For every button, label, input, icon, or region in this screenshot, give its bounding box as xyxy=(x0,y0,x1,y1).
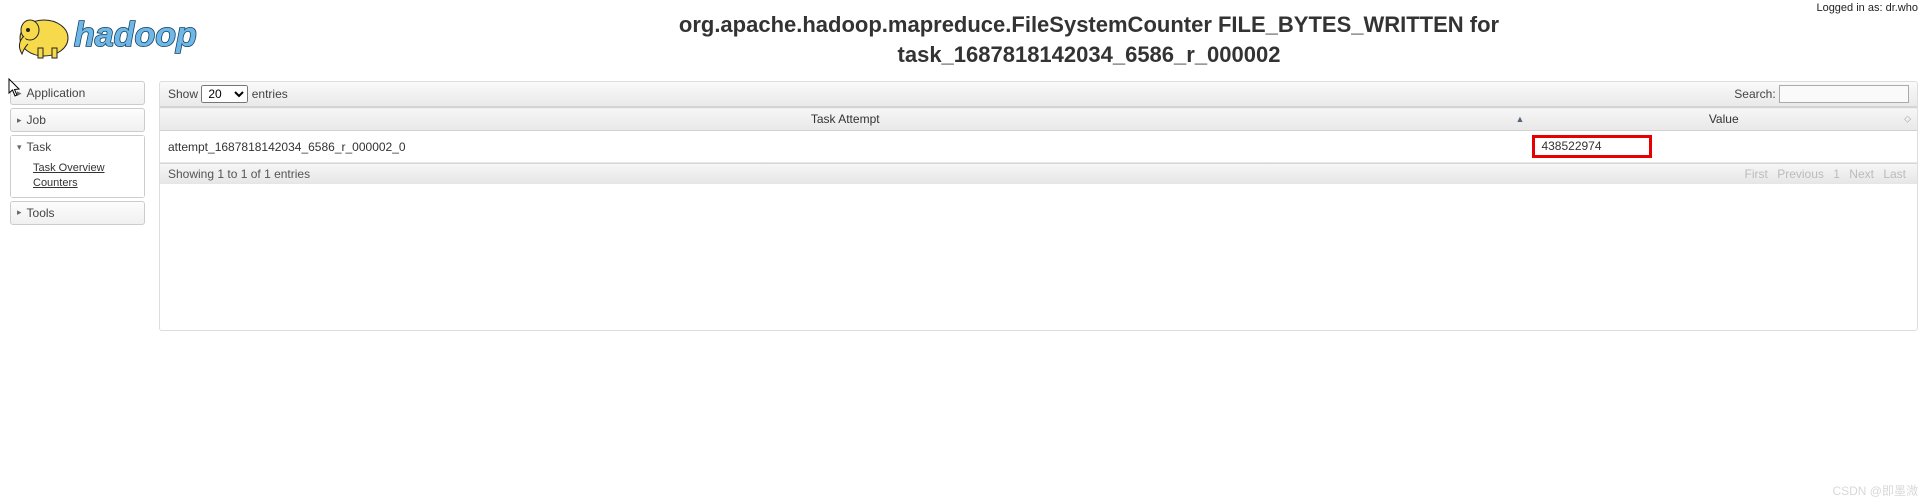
page-first[interactable]: First xyxy=(1745,167,1768,181)
page-current[interactable]: 1 xyxy=(1833,167,1840,181)
chevron-right-icon: ▸ xyxy=(17,88,22,99)
sort-asc-icon: ▲ xyxy=(1516,114,1525,124)
login-user: dr.who xyxy=(1886,2,1918,14)
hadoop-elephant-icon: hadoop xyxy=(10,8,260,68)
page-last[interactable]: Last xyxy=(1883,167,1906,181)
task-overview-link[interactable]: Task Overview xyxy=(33,161,138,176)
search-input[interactable] xyxy=(1779,85,1909,103)
length-control: Show 102050100 entries xyxy=(168,85,288,103)
col-header-value[interactable]: Value ◇ xyxy=(1530,108,1917,131)
sidebar-item-label: Task xyxy=(27,140,52,154)
col-header-task-attempt[interactable]: Task Attempt ▲ xyxy=(160,108,1530,131)
page-title: org.apache.hadoop.mapreduce.FileSystemCo… xyxy=(260,6,1918,69)
pagination: First Previous 1 Next Last xyxy=(1742,167,1909,181)
table-row: attempt_1687818142034_6586_r_000002_0 43… xyxy=(160,131,1917,163)
search-label: Search: xyxy=(1734,87,1775,101)
search-control: Search: xyxy=(1734,85,1909,103)
chevron-down-icon: ▾ xyxy=(17,142,22,153)
col-header-label: Task Attempt xyxy=(811,112,880,126)
chevron-right-icon: ▸ xyxy=(17,115,22,126)
value-highlight-box: 438522974 xyxy=(1532,135,1652,158)
sidebar-item-application[interactable]: ▸ Application xyxy=(10,81,145,105)
watermark: CSDN @即墨溦 xyxy=(1832,482,1918,499)
sidebar-item-label: Application xyxy=(27,86,86,100)
datatable-info: Showing 1 to 1 of 1 entries xyxy=(168,167,310,181)
task-counters-link[interactable]: Counters xyxy=(33,176,138,191)
length-entries-label: entries xyxy=(252,87,288,101)
page-title-line2: task_1687818142034_6586_r_000002 xyxy=(260,40,1918,70)
length-select[interactable]: 102050100 xyxy=(201,85,248,103)
datatable-topbar: Show 102050100 entries Search: xyxy=(160,82,1917,107)
cell-value: 438522974 xyxy=(1530,131,1917,163)
sidebar-task-panel: Task Overview Counters xyxy=(11,158,144,197)
sidebar-item-task[interactable]: ▾ Task Task Overview Counters xyxy=(10,135,145,198)
sidebar-item-job[interactable]: ▸ Job xyxy=(10,108,145,132)
sort-both-icon: ◇ xyxy=(1904,114,1911,125)
page-title-line1: org.apache.hadoop.mapreduce.FileSystemCo… xyxy=(260,10,1918,40)
main-content: Show 102050100 entries Search: Task Atte… xyxy=(159,81,1918,331)
datatable-bottombar: Showing 1 to 1 of 1 entries First Previo… xyxy=(160,163,1917,184)
hadoop-logo: hadoop xyxy=(10,6,260,71)
col-header-label: Value xyxy=(1709,112,1739,126)
sidebar-item-label: Job xyxy=(27,113,46,127)
attempts-table: Task Attempt ▲ Value ◇ attempt_168781814… xyxy=(160,107,1917,163)
page-previous[interactable]: Previous xyxy=(1777,167,1824,181)
sidebar: ▸ Application ▸ Job ▾ Task Task Overview Co… xyxy=(10,81,145,331)
cell-attempt: attempt_1687818142034_6586_r_000002_0 xyxy=(160,131,1530,163)
login-label: Logged in as: xyxy=(1816,2,1882,14)
login-info: Logged in as: dr.who xyxy=(1816,2,1918,14)
page-next[interactable]: Next xyxy=(1849,167,1874,181)
svg-text:hadoop: hadoop xyxy=(74,16,197,54)
sidebar-item-tools[interactable]: ▸ Tools xyxy=(10,201,145,225)
length-show-label: Show xyxy=(168,87,198,101)
sidebar-item-label: Tools xyxy=(27,206,55,220)
chevron-right-icon: ▸ xyxy=(17,207,22,218)
